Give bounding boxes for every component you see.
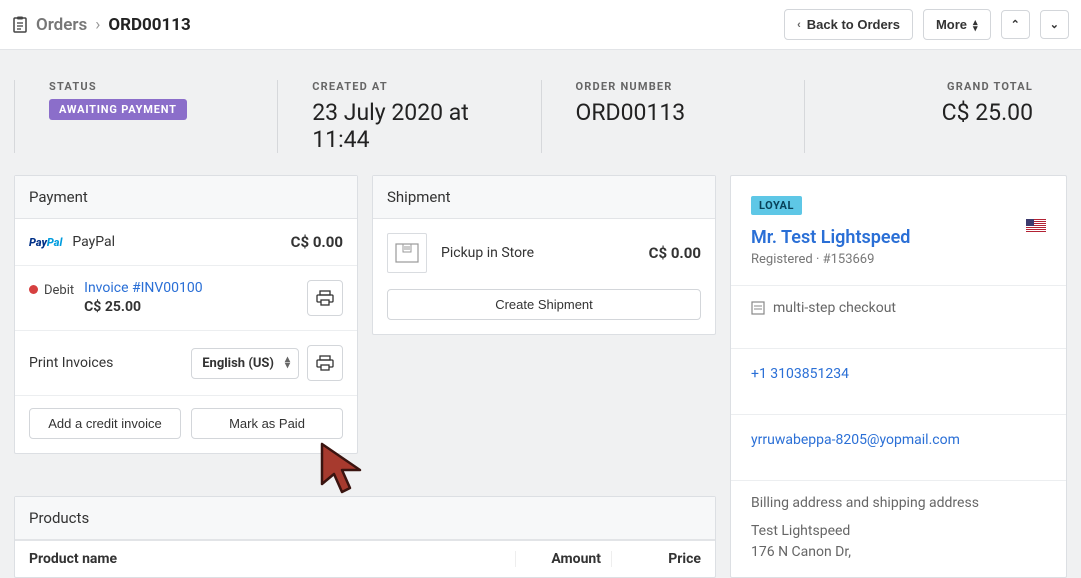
checkout-type: multi-step checkout — [773, 300, 896, 316]
payment-paypal-row: PayPal PayPal C$ 0.00 — [15, 219, 357, 266]
paypal-label: PayPal — [72, 234, 115, 250]
status-badge: AWAITING PAYMENT — [49, 99, 187, 120]
prev-order-button[interactable]: ⌃ — [1001, 10, 1030, 39]
address-line1: 176 N Canon Dr, — [751, 542, 1046, 563]
breadcrumb: Orders › ORD00113 — [12, 15, 191, 35]
products-card: Products Product name Amount Price — [14, 496, 716, 578]
shipment-method-row: Pickup in Store C$ 0.00 — [387, 233, 701, 273]
chevron-up-icon: ⌃ — [1011, 18, 1020, 31]
total-value: C$ 25.00 — [839, 99, 1033, 126]
next-order-button[interactable]: ⌄ — [1040, 10, 1069, 39]
print-icon — [316, 290, 334, 306]
breadcrumb-parent[interactable]: Orders — [36, 15, 87, 35]
print-invoice-button[interactable] — [307, 280, 343, 316]
payment-actions: Add a credit invoice Mark as Paid — [15, 396, 357, 453]
invoice-amount: C$ 25.00 — [84, 299, 203, 315]
order-summary: STATUS AWAITING PAYMENT CREATED AT 23 Ju… — [0, 50, 1081, 175]
language-selected: English (US) — [202, 356, 274, 371]
checkout-icon — [751, 301, 765, 315]
status-dot-icon — [29, 285, 38, 294]
paypal-icon: PayPal — [29, 236, 62, 249]
created-label: CREATED AT — [312, 80, 506, 93]
status-label: STATUS — [49, 80, 243, 93]
breadcrumb-current: ORD00113 — [108, 15, 190, 35]
total-label: GRAND TOTAL — [839, 80, 1033, 93]
flag-us-icon — [1026, 217, 1046, 236]
more-label: More — [936, 17, 967, 32]
paypal-amount: C$ 0.00 — [291, 233, 343, 251]
sort-icon: ▴▾ — [973, 19, 978, 31]
invoice-link[interactable]: Invoice #INV00100 — [84, 280, 203, 296]
chevron-left-icon: ‹ — [797, 19, 801, 31]
shipment-amount: C$ 0.00 — [649, 244, 701, 262]
summary-status: STATUS AWAITING PAYMENT — [14, 80, 277, 153]
mark-as-paid-button[interactable]: Mark as Paid — [191, 408, 343, 439]
print-invoices-row: Print Invoices English (US) ▴▾ — [15, 331, 357, 396]
address-label: Billing address and shipping address — [751, 495, 1046, 511]
back-to-orders-button[interactable]: ‹ Back to Orders — [784, 9, 913, 40]
products-title: Products — [15, 497, 715, 540]
created-value: 23 July 2020 at 11:44 — [312, 99, 506, 153]
chevron-down-icon: ⌄ — [1050, 18, 1059, 31]
customer-email-link[interactable]: yrruwabeppa-8205@yopmail.com — [751, 432, 960, 448]
ordernum-label: ORDER NUMBER — [576, 80, 770, 93]
customer-sub: Registered · #153669 — [751, 252, 1046, 267]
print-invoices-label: Print Invoices — [29, 355, 113, 371]
summary-total: GRAND TOTAL C$ 25.00 — [804, 80, 1067, 153]
col-product-name: Product name — [29, 551, 515, 567]
shipment-title: Shipment — [373, 176, 715, 219]
ordernum-value: ORD00113 — [576, 99, 770, 126]
chevron-right-icon: › — [95, 15, 100, 35]
loyal-badge: LOYAL — [751, 196, 802, 215]
payment-card: Payment PayPal PayPal C$ 0.00 Debit — [14, 175, 358, 454]
summary-ordernum: ORDER NUMBER ORD00113 — [541, 80, 804, 153]
payment-debit-row: Debit Invoice #INV00100 C$ 25.00 — [15, 266, 357, 331]
main-columns: Payment PayPal PayPal C$ 0.00 Debit — [14, 175, 716, 482]
select-caret-icon: ▴▾ — [285, 357, 290, 369]
topbar-actions: ‹ Back to Orders More ▴▾ ⌃ ⌄ — [784, 9, 1069, 40]
col-amount: Amount — [515, 551, 611, 567]
package-icon — [387, 233, 427, 273]
back-label: Back to Orders — [807, 17, 900, 32]
print-icon — [316, 355, 334, 371]
payment-title: Payment — [15, 176, 357, 219]
add-credit-invoice-button[interactable]: Add a credit invoice — [29, 408, 181, 439]
shipment-method: Pickup in Store — [441, 245, 534, 261]
language-select[interactable]: English (US) ▴▾ — [191, 348, 299, 379]
col-price: Price — [611, 551, 701, 567]
print-all-button[interactable] — [307, 345, 343, 381]
address-name: Test Lightspeed — [751, 521, 1046, 542]
debit-label: Debit — [44, 283, 74, 298]
customer-phone-link[interactable]: +1 3103851234 — [751, 366, 849, 382]
more-button[interactable]: More ▴▾ — [923, 9, 991, 40]
top-bar: Orders › ORD00113 ‹ Back to Orders More … — [0, 0, 1081, 50]
create-shipment-button[interactable]: Create Shipment — [387, 289, 701, 320]
shipment-card: Shipment Pickup in Store C$ 0.00 Creat — [372, 175, 716, 335]
customer-card: LOYAL Mr. Test Lightspeed Registered · #… — [730, 175, 1067, 578]
clipboard-icon — [12, 16, 28, 34]
summary-created: CREATED AT 23 July 2020 at 11:44 — [277, 80, 540, 153]
products-columns: Product name Amount Price — [15, 540, 715, 577]
customer-name-link[interactable]: Mr. Test Lightspeed — [751, 227, 910, 248]
content: Payment PayPal PayPal C$ 0.00 Debit — [0, 175, 1081, 578]
